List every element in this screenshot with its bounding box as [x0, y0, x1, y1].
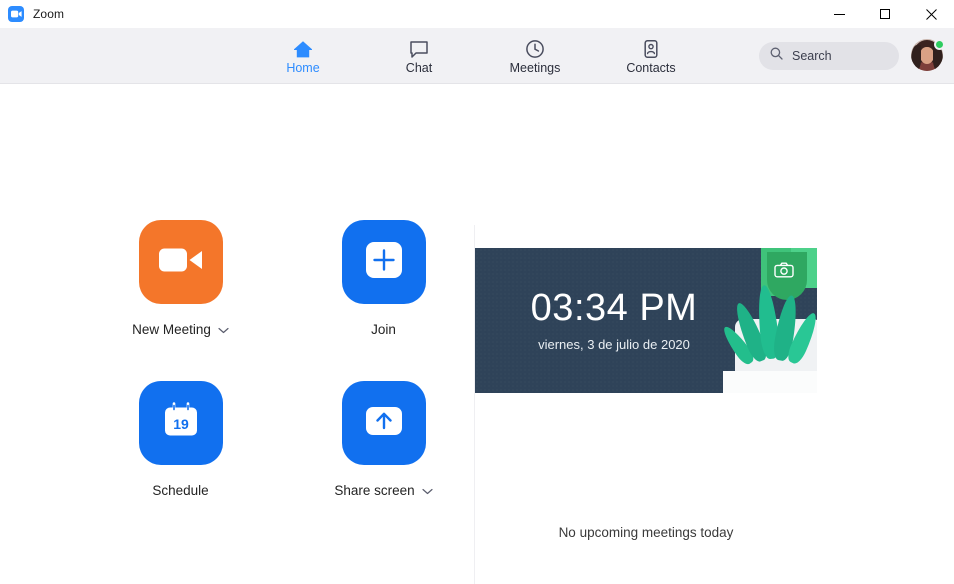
schedule-label: Schedule	[152, 483, 209, 498]
join-button[interactable]: Join	[315, 220, 452, 337]
main-content: New Meeting Join 19 Schedule Share scree…	[0, 85, 954, 584]
camera-icon[interactable]	[774, 262, 794, 283]
quick-actions-row-1: New Meeting Join	[112, 220, 452, 337]
up-arrow-icon	[364, 401, 404, 446]
current-time: 03:34 PM	[530, 286, 698, 329]
join-tile	[341, 220, 426, 304]
new-meeting-label-row: New Meeting	[132, 322, 229, 337]
clock-card: 03:34 PM viernes, 3 de julio de 2020	[475, 248, 817, 393]
minimize-button[interactable]	[816, 0, 862, 28]
share-screen-tile	[341, 381, 426, 465]
home-icon	[292, 37, 314, 59]
chat-bubble-icon	[408, 37, 430, 59]
zoom-app-window: Zoom Home Chat Meetings Contacts Search …	[0, 0, 954, 584]
title-bar: Zoom	[0, 0, 954, 28]
window-controls	[816, 0, 954, 28]
chevron-down-icon[interactable]	[218, 322, 229, 337]
tab-home[interactable]: Home	[263, 32, 343, 80]
no-upcoming-meetings-text: No upcoming meetings today	[558, 525, 734, 540]
new-meeting-tile	[138, 220, 223, 304]
svg-text:19: 19	[173, 416, 189, 432]
current-date: viernes, 3 de julio de 2020	[538, 337, 690, 353]
tab-contacts-label: Contacts	[626, 61, 676, 76]
clock-text-group: 03:34 PM viernes, 3 de julio de 2020	[475, 248, 753, 393]
tab-contacts[interactable]: Contacts	[611, 32, 691, 80]
clock-icon	[524, 37, 546, 59]
search-input[interactable]: Search	[759, 42, 899, 70]
contact-card-icon	[640, 37, 662, 59]
quick-actions: New Meeting Join 19 Schedule Share scree…	[112, 220, 452, 498]
search-container: Search	[759, 42, 899, 70]
quick-actions-row-2: 19 Schedule Share screen	[112, 381, 452, 498]
tab-home-label: Home	[286, 61, 320, 76]
window-title: Zoom	[33, 7, 65, 21]
schedule-label-row: Schedule	[152, 483, 208, 498]
join-label-row: Join	[371, 322, 396, 337]
schedule-button[interactable]: 19 Schedule	[112, 381, 249, 498]
app-video-camera-icon	[8, 6, 24, 22]
schedule-tile: 19	[138, 381, 223, 465]
search-icon	[770, 47, 783, 65]
close-button[interactable]	[908, 0, 954, 28]
maximize-button[interactable]	[862, 0, 908, 28]
video-camera-icon	[158, 245, 203, 280]
join-label: Join	[371, 322, 396, 337]
calendar-icon: 19	[159, 399, 203, 448]
plus-icon	[364, 240, 404, 285]
chevron-down-icon[interactable]	[422, 483, 433, 498]
share-screen-button[interactable]: Share screen	[315, 381, 452, 498]
tab-meetings-label: Meetings	[509, 61, 561, 76]
tab-chat-label: Chat	[405, 61, 433, 76]
tab-meetings[interactable]: Meetings	[495, 32, 575, 80]
tab-chat[interactable]: Chat	[379, 32, 459, 80]
status-badge	[934, 39, 945, 50]
share-screen-label: Share screen	[334, 483, 415, 498]
avatar[interactable]	[911, 39, 945, 73]
new-meeting-button[interactable]: New Meeting	[112, 220, 249, 337]
new-meeting-label: New Meeting	[132, 322, 211, 337]
share-screen-label-row: Share screen	[334, 483, 433, 498]
search-placeholder: Search	[792, 49, 832, 63]
header-bar: Home Chat Meetings Contacts Search	[0, 28, 954, 84]
